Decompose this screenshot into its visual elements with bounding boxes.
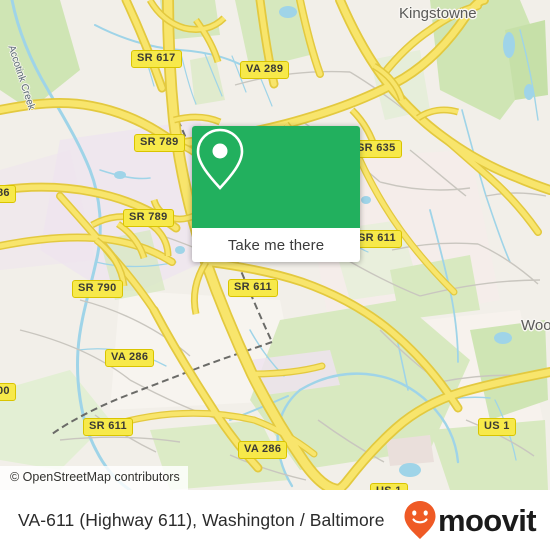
road-shield-va-286-west: VA 286 xyxy=(105,349,155,367)
moovit-wordmark: moovit xyxy=(437,502,537,538)
location-popup-card[interactable]: Take me there xyxy=(192,126,360,262)
popup-image-area xyxy=(192,126,360,228)
road-shield-sr-789-south: SR 789 xyxy=(123,209,174,227)
osm-attribution[interactable]: © OpenStreetMap contributors xyxy=(0,466,188,490)
road-shield-sr-790: SR 790 xyxy=(72,280,123,298)
take-me-there-button[interactable]: Take me there xyxy=(192,228,360,262)
map-canvas[interactable]: Kingstowne Woo Accotink Creek SR 617 VA … xyxy=(0,0,550,490)
road-shield-us-1-east: US 1 xyxy=(478,418,516,436)
moovit-smiley-pin-icon xyxy=(404,501,436,539)
screenshot-root: Kingstowne Woo Accotink Creek SR 617 VA … xyxy=(0,0,550,550)
road-shield-sr-611-center: SR 611 xyxy=(228,279,278,297)
bottom-bar: VA-611 (Highway 611), Washington / Balti… xyxy=(0,490,550,550)
moovit-brand[interactable]: moovit xyxy=(403,500,537,540)
place-label-woodbridge: Woo xyxy=(521,317,550,334)
location-title: VA-611 (Highway 611), Washington / Balti… xyxy=(18,509,385,530)
road-shield-va-286-south: VA 286 xyxy=(238,441,288,459)
road-shield-us-1-south: US 1 xyxy=(370,483,408,490)
map-pin-icon xyxy=(196,128,244,190)
road-shield-sr-611-south: SR 611 xyxy=(83,418,133,436)
road-shield-va-289: VA 289 xyxy=(240,61,290,79)
road-shield-sr-790-clipped-left: 00 xyxy=(0,383,16,401)
place-label-kingstowne: Kingstowne xyxy=(399,5,477,22)
take-me-there-label: Take me there xyxy=(227,236,325,254)
road-shield-sr-617: SR 617 xyxy=(131,50,182,68)
road-shield-sr-789-north: SR 789 xyxy=(134,134,185,152)
road-shield-va-286-clipped-left: 86 xyxy=(0,185,16,203)
